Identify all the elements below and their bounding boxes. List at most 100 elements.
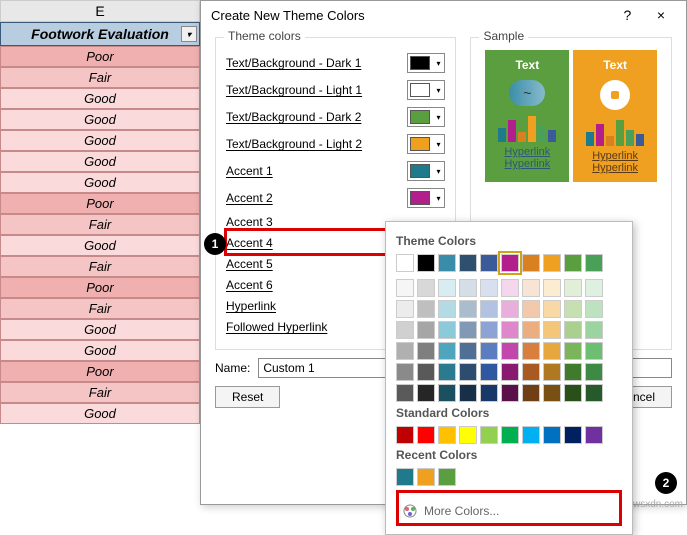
- data-cell[interactable]: Good: [0, 235, 200, 256]
- color-swatch[interactable]: [396, 384, 414, 402]
- color-swatch[interactable]: [480, 342, 498, 360]
- color-swatch[interactable]: [438, 321, 456, 339]
- color-swatch[interactable]: [480, 300, 498, 318]
- color-swatch[interactable]: [417, 254, 435, 272]
- color-swatch[interactable]: [543, 363, 561, 381]
- color-dropdown-button[interactable]: ▾: [407, 53, 445, 73]
- color-swatch[interactable]: [459, 279, 477, 297]
- color-swatch[interactable]: [522, 384, 540, 402]
- color-swatch[interactable]: [459, 384, 477, 402]
- color-swatch[interactable]: [522, 363, 540, 381]
- filter-dropdown-icon[interactable]: ▾: [181, 26, 197, 42]
- data-cell[interactable]: Poor: [0, 277, 200, 298]
- color-swatch[interactable]: [564, 279, 582, 297]
- color-swatch[interactable]: [585, 254, 603, 272]
- color-swatch[interactable]: [585, 384, 603, 402]
- color-swatch[interactable]: [438, 468, 456, 486]
- color-swatch[interactable]: [522, 254, 540, 272]
- color-swatch[interactable]: [438, 254, 456, 272]
- color-dropdown-button[interactable]: ▾: [407, 188, 445, 208]
- color-swatch[interactable]: [438, 342, 456, 360]
- color-swatch[interactable]: [501, 321, 519, 339]
- color-swatch[interactable]: [564, 321, 582, 339]
- data-cell[interactable]: Good: [0, 319, 200, 340]
- color-swatch[interactable]: [396, 279, 414, 297]
- data-cell[interactable]: Fair: [0, 256, 200, 277]
- color-swatch[interactable]: [459, 254, 477, 272]
- color-swatch[interactable]: [396, 321, 414, 339]
- color-swatch[interactable]: [438, 363, 456, 381]
- color-swatch[interactable]: [417, 342, 435, 360]
- color-swatch[interactable]: [585, 300, 603, 318]
- color-swatch[interactable]: [459, 363, 477, 381]
- data-cell[interactable]: Good: [0, 88, 200, 109]
- color-swatch[interactable]: [501, 254, 519, 272]
- color-swatch[interactable]: [396, 468, 414, 486]
- data-cell[interactable]: Good: [0, 109, 200, 130]
- color-swatch[interactable]: [585, 342, 603, 360]
- color-swatch[interactable]: [522, 300, 540, 318]
- color-swatch[interactable]: [564, 363, 582, 381]
- color-swatch[interactable]: [459, 342, 477, 360]
- close-button[interactable]: ×: [646, 7, 676, 23]
- color-swatch[interactable]: [396, 254, 414, 272]
- color-swatch[interactable]: [543, 342, 561, 360]
- color-swatch[interactable]: [459, 321, 477, 339]
- color-swatch[interactable]: [417, 426, 435, 444]
- color-swatch[interactable]: [459, 300, 477, 318]
- data-cell[interactable]: Poor: [0, 46, 200, 67]
- color-swatch[interactable]: [501, 363, 519, 381]
- color-swatch[interactable]: [564, 426, 582, 444]
- data-cell[interactable]: Fair: [0, 214, 200, 235]
- color-swatch[interactable]: [543, 321, 561, 339]
- color-swatch[interactable]: [480, 363, 498, 381]
- data-cell[interactable]: Poor: [0, 193, 200, 214]
- color-swatch[interactable]: [417, 384, 435, 402]
- data-cell[interactable]: Good: [0, 172, 200, 193]
- color-swatch[interactable]: [564, 300, 582, 318]
- color-swatch[interactable]: [543, 300, 561, 318]
- color-swatch[interactable]: [480, 279, 498, 297]
- color-swatch[interactable]: [564, 384, 582, 402]
- color-swatch[interactable]: [480, 384, 498, 402]
- color-swatch[interactable]: [417, 363, 435, 381]
- color-swatch[interactable]: [543, 279, 561, 297]
- color-swatch[interactable]: [564, 254, 582, 272]
- color-swatch[interactable]: [501, 279, 519, 297]
- column-letter[interactable]: E: [0, 0, 200, 22]
- color-swatch[interactable]: [396, 363, 414, 381]
- color-swatch[interactable]: [480, 254, 498, 272]
- color-swatch[interactable]: [522, 279, 540, 297]
- color-swatch[interactable]: [480, 321, 498, 339]
- color-swatch[interactable]: [438, 279, 456, 297]
- color-swatch[interactable]: [543, 254, 561, 272]
- color-swatch[interactable]: [522, 426, 540, 444]
- color-swatch[interactable]: [438, 384, 456, 402]
- color-swatch[interactable]: [522, 321, 540, 339]
- color-swatch[interactable]: [543, 384, 561, 402]
- color-swatch[interactable]: [417, 321, 435, 339]
- color-swatch[interactable]: [396, 342, 414, 360]
- color-swatch[interactable]: [585, 426, 603, 444]
- color-swatch[interactable]: [501, 384, 519, 402]
- color-swatch[interactable]: [417, 300, 435, 318]
- color-swatch[interactable]: [396, 300, 414, 318]
- color-dropdown-button[interactable]: ▾: [407, 161, 445, 181]
- color-swatch[interactable]: [585, 363, 603, 381]
- data-cell[interactable]: Fair: [0, 67, 200, 88]
- more-colors-button[interactable]: More Colors...: [400, 500, 618, 522]
- color-swatch[interactable]: [501, 300, 519, 318]
- reset-button[interactable]: Reset: [215, 386, 280, 408]
- color-swatch[interactable]: [543, 426, 561, 444]
- color-swatch[interactable]: [438, 300, 456, 318]
- color-swatch[interactable]: [417, 279, 435, 297]
- column-header-cell[interactable]: Footwork Evaluation ▾: [0, 22, 200, 46]
- color-swatch[interactable]: [501, 426, 519, 444]
- color-swatch[interactable]: [459, 426, 477, 444]
- data-cell[interactable]: Fair: [0, 382, 200, 403]
- color-swatch[interactable]: [480, 426, 498, 444]
- color-dropdown-button[interactable]: ▾: [407, 107, 445, 127]
- data-cell[interactable]: Good: [0, 151, 200, 172]
- color-swatch[interactable]: [522, 342, 540, 360]
- color-swatch[interactable]: [396, 426, 414, 444]
